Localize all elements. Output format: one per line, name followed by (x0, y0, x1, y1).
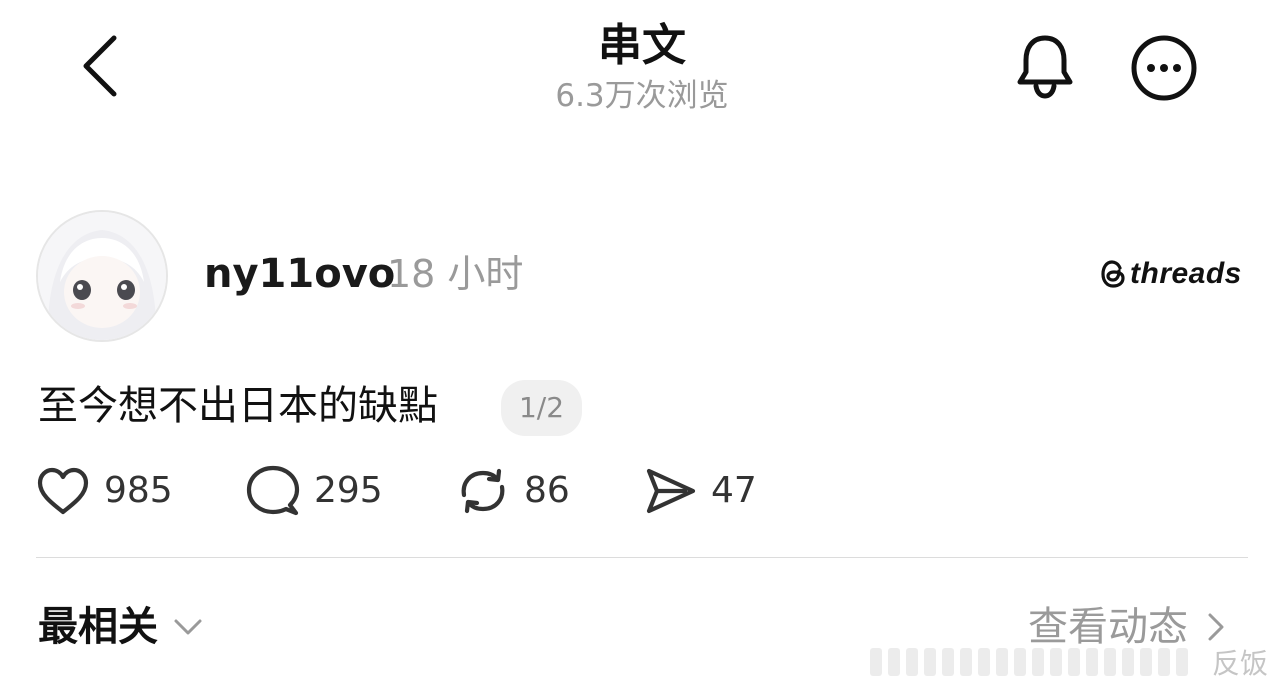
watermark-decoration (870, 640, 1210, 684)
repost-button[interactable]: 86 (456, 462, 570, 520)
repost-count: 86 (524, 470, 570, 511)
sort-label: 最相关 (38, 604, 158, 650)
send-icon (646, 468, 696, 514)
avatar-image (38, 212, 166, 340)
comment-count: 295 (314, 470, 383, 511)
username[interactable]: ny11ovo (204, 248, 395, 300)
divider (36, 557, 1248, 558)
like-count: 985 (104, 470, 173, 511)
threads-brand: threads (1100, 254, 1242, 294)
more-button[interactable] (1126, 30, 1202, 106)
avatar[interactable] (36, 210, 168, 342)
heart-icon (37, 467, 89, 515)
brand-name: threads (1130, 257, 1242, 290)
view-count: 6.3万次浏览 (555, 78, 729, 114)
like-button[interactable]: 985 (36, 462, 173, 520)
repost-icon (461, 468, 505, 514)
share-count: 47 (711, 470, 757, 511)
page-title: 串文 (598, 20, 686, 71)
chevron-right-icon (1208, 613, 1224, 641)
share-button[interactable]: 47 (645, 462, 757, 520)
chevron-down-icon (174, 619, 202, 635)
comment-button[interactable]: 295 (246, 462, 383, 520)
more-horizontal-icon (1131, 35, 1197, 101)
watermark: 反饭 (1212, 647, 1269, 680)
notification-button[interactable] (1010, 28, 1080, 104)
post-time: 18 小时 (387, 252, 524, 296)
threads-logo-icon (1101, 260, 1125, 288)
post-text: 至今想不出日本的缺點 (38, 383, 438, 429)
sort-dropdown[interactable]: 最相关 (38, 600, 204, 654)
thread-position-badge[interactable]: 1/2 (501, 380, 582, 436)
comment-icon (246, 465, 300, 516)
bell-icon (1017, 35, 1073, 99)
